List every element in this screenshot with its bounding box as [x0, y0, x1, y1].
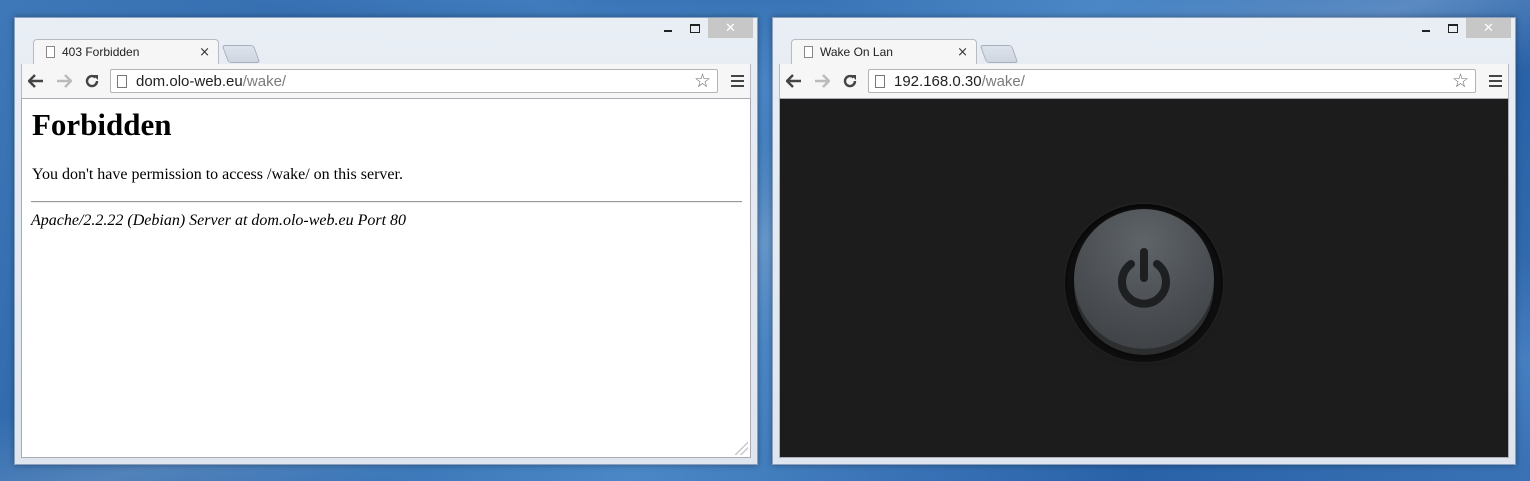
maximize-icon [689, 23, 700, 33]
tab-title: 403 Forbidden [62, 45, 140, 59]
page-viewport: Forbidden You don't have permission to a… [21, 99, 751, 458]
hamburger-line [730, 85, 744, 87]
maximize-button[interactable] [1439, 18, 1466, 38]
minimize-icon [1421, 30, 1430, 32]
hamburger-line [1488, 80, 1502, 82]
back-button[interactable] [780, 67, 808, 95]
hamburger-menu-icon [1488, 75, 1502, 77]
server-signature: Apache/2.2.22 (Debian) Server at dom.olo… [31, 212, 407, 229]
tab-active[interactable]: Wake On Lan × [791, 39, 977, 64]
forward-button[interactable] [50, 67, 78, 95]
menu-button[interactable] [1482, 75, 1508, 87]
url-text: dom.olo-web.eu/wake/ [136, 73, 694, 90]
reload-button[interactable] [836, 67, 864, 95]
tab-close-button[interactable]: × [957, 45, 968, 60]
hamburger-line [730, 80, 744, 82]
bookmark-star-icon[interactable]: ☆ [1452, 71, 1469, 91]
window-controls: ✕ [654, 18, 753, 38]
power-button-well [1065, 204, 1223, 362]
error-message: You don't have permission to access /wak… [32, 166, 403, 183]
minimize-icon [663, 30, 672, 32]
new-tab-button[interactable] [979, 45, 1019, 63]
back-arrow-icon [786, 74, 801, 88]
divider [31, 201, 742, 203]
maximize-button[interactable] [681, 18, 708, 38]
window-close-button[interactable]: ✕ [1466, 18, 1511, 38]
tab-active[interactable]: 403 Forbidden × [33, 39, 219, 64]
new-tab-button[interactable] [221, 45, 261, 63]
page-title: Forbidden [32, 107, 172, 142]
bookmark-star-icon[interactable]: ☆ [694, 71, 711, 91]
address-bar[interactable]: 192.168.0.30/wake/ ☆ [868, 69, 1476, 93]
reload-icon [85, 74, 99, 88]
forward-arrow-icon [57, 74, 72, 88]
url-path: /wake/ [981, 72, 1025, 90]
minimize-button[interactable] [1412, 18, 1439, 38]
browser-toolbar: 192.168.0.30/wake/ ☆ [779, 64, 1509, 99]
browser-toolbar: dom.olo-web.eu/wake/ ☆ [21, 64, 751, 99]
url-host: dom.olo-web.eu [136, 72, 243, 90]
forward-arrow-icon [815, 74, 830, 88]
resize-grip-icon[interactable] [734, 441, 748, 455]
reload-button[interactable] [78, 67, 106, 95]
back-arrow-icon [28, 74, 43, 88]
page-icon [875, 74, 885, 88]
address-bar[interactable]: dom.olo-web.eu/wake/ ☆ [110, 69, 718, 93]
power-icon [1118, 248, 1170, 308]
window-controls: ✕ [1412, 18, 1511, 38]
window-close-button[interactable]: ✕ [708, 18, 753, 38]
minimize-button[interactable] [654, 18, 681, 38]
page-viewport [779, 99, 1509, 458]
page-icon [117, 74, 127, 88]
back-button[interactable] [22, 67, 50, 95]
page-icon [804, 46, 813, 58]
tab-close-button[interactable]: × [199, 45, 210, 60]
maximize-icon [1447, 23, 1458, 33]
forward-button[interactable] [808, 67, 836, 95]
url-text: 192.168.0.30/wake/ [894, 73, 1452, 90]
url-host: 192.168.0.30 [894, 72, 982, 90]
reload-icon [843, 74, 857, 88]
browser-window-right: ✕ Wake On Lan × 192.168.0.30/wake/ ☆ [772, 17, 1516, 465]
page-icon [46, 46, 55, 58]
url-path: /wake/ [242, 72, 287, 90]
tab-title: Wake On Lan [820, 45, 893, 59]
browser-window-left: ✕ 403 Forbidden × dom.olo-web.eu/wake/ ☆… [14, 17, 758, 465]
hamburger-line [1488, 85, 1502, 87]
hamburger-menu-icon [730, 75, 744, 77]
menu-button[interactable] [724, 75, 750, 87]
power-button[interactable] [1074, 209, 1214, 349]
